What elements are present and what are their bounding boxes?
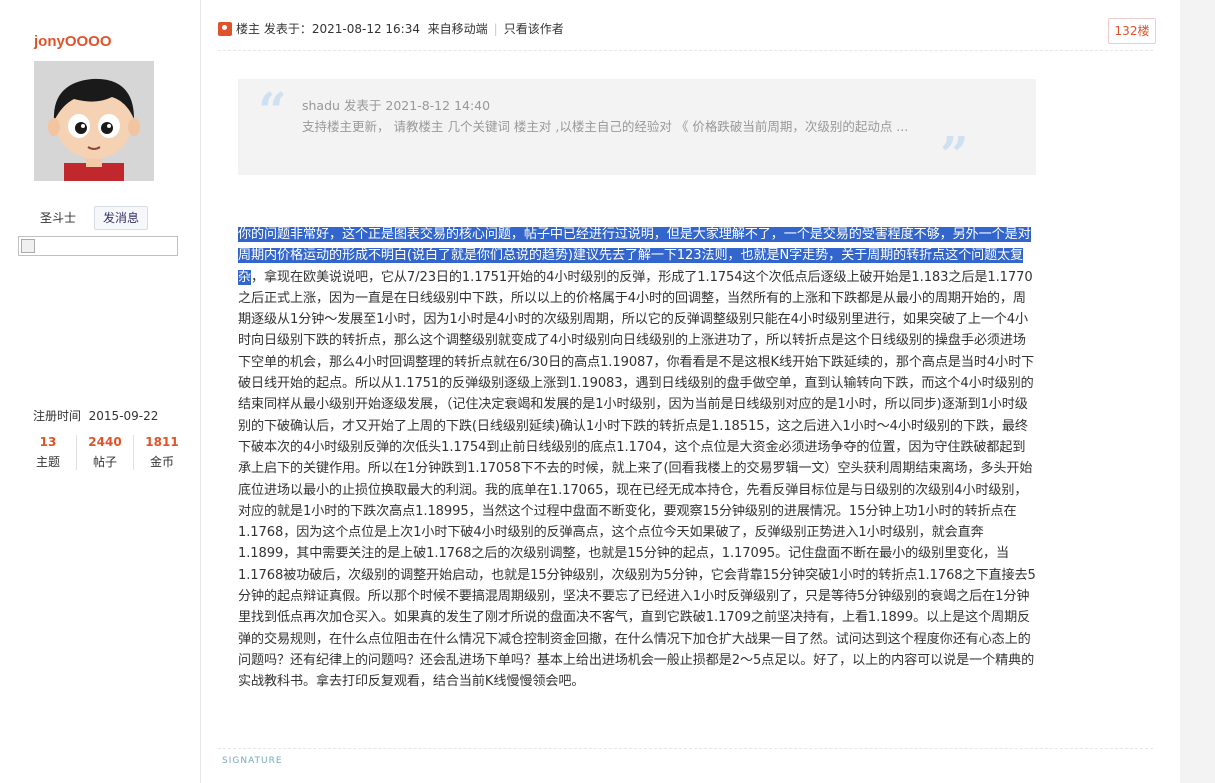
post-container: jonyOOOO 圣斗士 发消息 注册时间 2015-09-22 13 主题 2…	[0, 0, 1180, 783]
thread-starter-icon	[218, 21, 232, 36]
author-stats: 13 主题 2440 帖子 1811 金币	[20, 435, 190, 470]
post-content: 你的问题非常好，这个正是图表交易的核心问题，帖子中已经进行过说明，但是大家理解不…	[238, 224, 1036, 693]
content-body: ，拿现在欧美说说吧，它从7/23日的1.1751开始的4小时级别的反弹，形成了1…	[238, 269, 1036, 690]
stat-coins[interactable]: 1811 金币	[133, 435, 190, 470]
header-divider-line	[218, 50, 1153, 51]
register-label: 注册时间	[33, 409, 82, 423]
quote-author: shadu 发表于 2021-8-12 14:40	[302, 98, 491, 113]
stat-label: 帖子	[92, 455, 117, 469]
quote-text: 支持楼主更新， 请教楼主 几个关键词 楼主对 ,以楼主自己的经验对 《 价格跌破…	[302, 119, 909, 134]
host-label: 楼主	[236, 22, 261, 36]
stat-label: 主题	[35, 455, 60, 469]
register-date: 注册时间 2015-09-22	[33, 407, 158, 424]
register-value: 2015-09-22	[88, 409, 159, 423]
author-rank: 圣斗士	[40, 211, 77, 225]
only-author-link[interactable]: 只看该作者	[504, 20, 564, 37]
author-sidebar: jonyOOOO 圣斗士 发消息 注册时间 2015-09-22 13 主题 2…	[0, 0, 201, 783]
signature-divider	[218, 748, 1153, 749]
stat-threads[interactable]: 13 主题	[20, 435, 76, 470]
header-divider: |	[493, 21, 498, 36]
post-header: 楼主 发表于：2021-08-12 16:34 来自移动端 | 只看该作者	[218, 20, 564, 37]
quote-open-icon: “	[258, 81, 287, 140]
signature-label: SIGNATURE	[222, 756, 283, 766]
quote-block: “ shadu 发表于 2021-8-12 14:40 支持楼主更新， 请教楼主…	[238, 79, 1036, 184]
stat-value: 1811	[145, 435, 179, 449]
author-username[interactable]: jonyOOOO	[34, 33, 112, 50]
stat-value: 2440	[88, 435, 122, 449]
quote-close-icon: ”	[940, 125, 969, 184]
stat-label: 金币	[149, 455, 174, 469]
post-time: 发表于：2021-08-12 16:34	[263, 22, 420, 36]
floor-number[interactable]: 132楼	[1108, 18, 1156, 44]
broken-image-icon	[21, 239, 35, 253]
send-message-button[interactable]: 发消息	[94, 206, 148, 230]
author-avatar[interactable]	[34, 61, 154, 181]
stat-posts[interactable]: 2440 帖子	[76, 435, 133, 470]
medal-image-placeholder	[18, 236, 178, 256]
post-source: 来自移动端	[427, 22, 488, 36]
cartoon-boy-avatar-icon	[34, 61, 154, 181]
stat-value: 13	[39, 435, 57, 449]
